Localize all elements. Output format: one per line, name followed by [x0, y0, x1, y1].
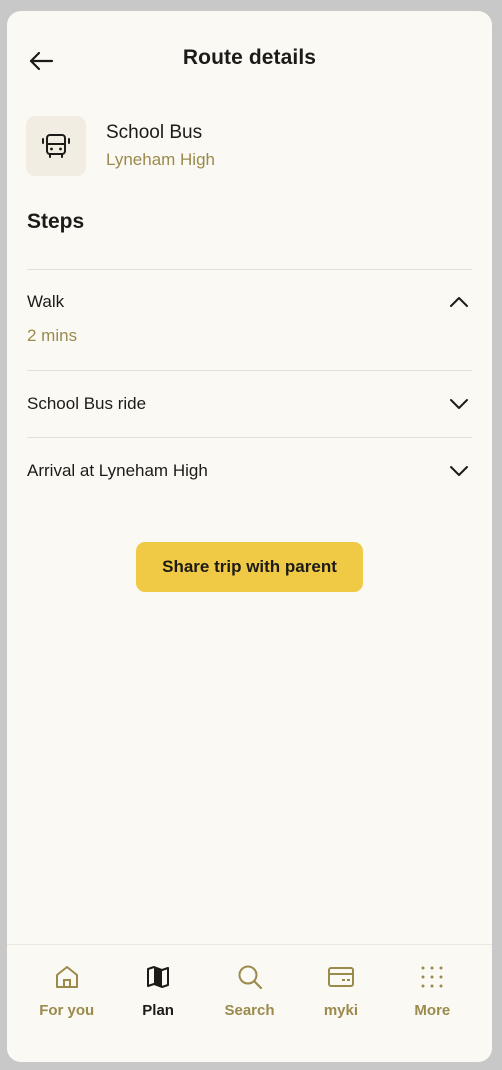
- nav-item-myki[interactable]: myki: [295, 945, 386, 1062]
- search-icon: [235, 962, 265, 992]
- nav-label: myki: [323, 1002, 359, 1019]
- chevron-down-icon[interactable]: [448, 460, 470, 482]
- nav-label: More: [414, 1002, 451, 1019]
- card-icon: [326, 962, 356, 992]
- page-title: Route details: [182, 46, 317, 69]
- step-duration: 2 mins: [27, 326, 78, 345]
- step-label: Walk: [27, 292, 65, 311]
- step-label: School Bus ride: [27, 394, 147, 413]
- home-icon: [52, 962, 82, 992]
- step-label: Arrival at Lyneham High: [27, 461, 208, 480]
- steps-heading: Steps: [27, 210, 85, 233]
- nav-label: For you: [39, 1002, 95, 1019]
- step-header[interactable]: School Bus ride: [27, 371, 472, 437]
- steps-list: Walk 2 mins School Bus ride Arrival at L…: [27, 269, 472, 504]
- step-header[interactable]: Walk: [27, 270, 472, 334]
- route-icon-tile: [26, 116, 86, 176]
- chevron-down-icon[interactable]: [448, 393, 470, 415]
- route-name: School Bus: [106, 122, 203, 143]
- step-header[interactable]: Arrival at Lyneham High: [27, 438, 472, 504]
- nav-label: Plan: [142, 1002, 174, 1019]
- route-destination: Lyneham High: [106, 150, 215, 169]
- grid-dots-icon: [417, 962, 447, 992]
- nav-label: Search: [224, 1002, 275, 1019]
- share-trip-button[interactable]: Share trip with parent: [136, 542, 363, 592]
- route-text: School Bus Lyneham High: [106, 122, 215, 170]
- route-summary: School Bus Lyneham High: [26, 116, 466, 176]
- bus-icon: [42, 134, 70, 158]
- nav-item-for-you[interactable]: For you: [21, 945, 112, 1062]
- chevron-up-icon[interactable]: [448, 291, 470, 313]
- nav-item-plan[interactable]: Plan: [112, 945, 203, 1062]
- nav-item-search[interactable]: Search: [204, 945, 295, 1062]
- app-screen: Route details School Bus Lyneham High St…: [7, 11, 492, 1062]
- header: Route details: [7, 11, 492, 109]
- bottom-nav: For you Plan Search myki More: [7, 944, 492, 1062]
- nav-item-more[interactable]: More: [387, 945, 478, 1062]
- step-walk[interactable]: Walk 2 mins: [27, 269, 472, 370]
- map-icon: [143, 962, 173, 992]
- step-arrival[interactable]: Arrival at Lyneham High: [27, 437, 472, 504]
- step-bus-ride[interactable]: School Bus ride: [27, 370, 472, 437]
